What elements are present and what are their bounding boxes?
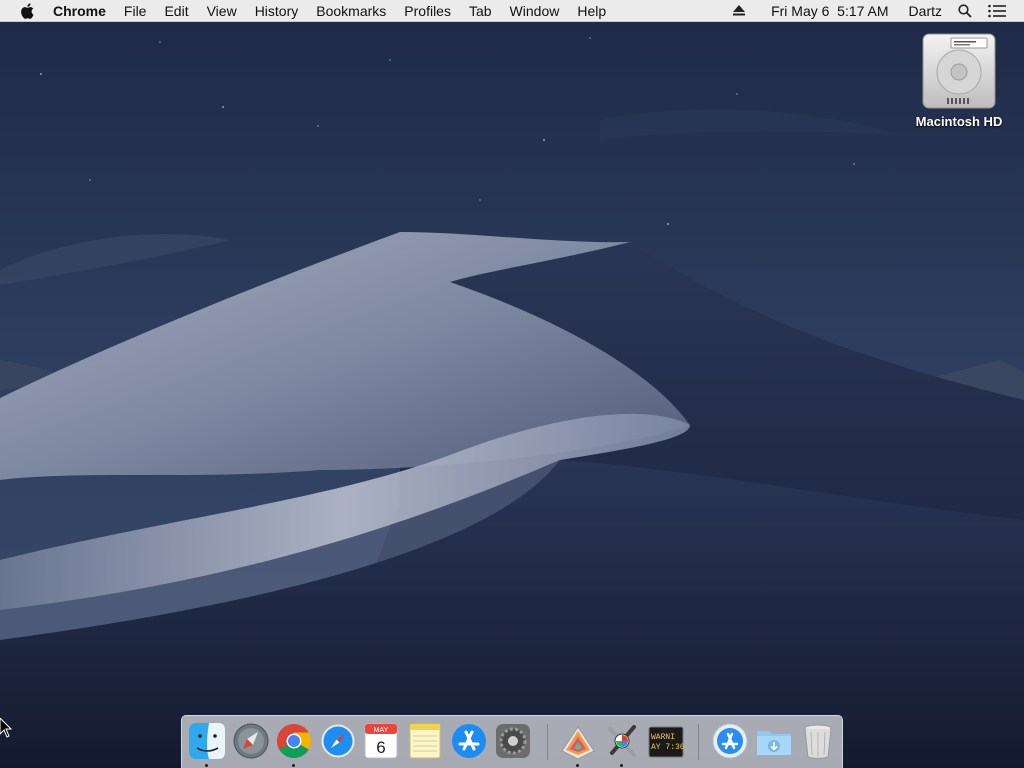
running-indicator (620, 764, 623, 767)
chrome-icon (277, 724, 311, 758)
safari-icon (320, 723, 356, 759)
running-indicator (292, 764, 295, 767)
applications-folder-icon (712, 723, 748, 759)
system-preferences-icon (496, 724, 530, 758)
mouse-cursor-icon (0, 718, 12, 738)
menu-file[interactable]: File (115, 0, 156, 22)
apple-menu-icon[interactable] (14, 0, 40, 22)
grapher-icon (561, 726, 595, 760)
console-icon: WARNI AY 7:36 (648, 726, 685, 758)
desktop-icon-label: Macintosh HD (915, 114, 1003, 129)
dock-separator (698, 724, 699, 760)
notes-icon (409, 723, 441, 759)
menu-profiles[interactable]: Profiles (395, 0, 460, 22)
hard-drive-icon (922, 33, 996, 109)
dock-item-utilities[interactable] (601, 721, 643, 767)
dock-item-notes[interactable] (404, 721, 446, 765)
menu-window[interactable]: Window (501, 0, 569, 22)
calendar-icon: MAY 6 (364, 723, 398, 759)
trash-icon (804, 724, 832, 759)
app-store-icon (452, 724, 486, 758)
menu-history[interactable]: History (246, 0, 308, 22)
downloads-folder-icon (757, 731, 791, 755)
running-indicator (205, 764, 208, 767)
menu-tab[interactable]: Tab (460, 0, 501, 22)
calendar-month: MAY (374, 727, 389, 734)
launchpad-icon (233, 723, 269, 759)
dock-item-applications[interactable] (709, 721, 751, 765)
menu-help[interactable]: Help (568, 0, 615, 22)
menu-bookmarks[interactable]: Bookmarks (307, 0, 395, 22)
dock-item-downloads[interactable] (753, 721, 795, 765)
console-line-1: WARNI (651, 733, 675, 742)
eject-icon[interactable] (725, 5, 753, 16)
menu-edit[interactable]: Edit (155, 0, 197, 22)
dock-item-app-store[interactable] (448, 721, 490, 765)
dock-item-trash[interactable] (797, 721, 839, 765)
dock-item-grapher[interactable] (557, 721, 599, 767)
dock-item-console[interactable]: WARNI AY 7:36 (645, 721, 687, 765)
dock-item-launchpad[interactable] (230, 721, 272, 765)
spotlight-search-icon[interactable] (950, 3, 980, 18)
menu-view[interactable]: View (198, 0, 246, 22)
dock-item-finder[interactable] (186, 721, 228, 767)
user-menu[interactable]: Dartz (901, 0, 950, 22)
running-indicator (576, 764, 579, 767)
desktop-icon-macintosh-hd[interactable]: Macintosh HD (906, 32, 1012, 129)
console-line-2: AY 7:36 (651, 743, 685, 752)
notification-center-icon[interactable] (980, 4, 1014, 18)
calendar-day: 6 (376, 738, 385, 757)
clock[interactable]: Fri May 6 5:17 AM (763, 0, 896, 22)
dock-item-safari[interactable] (317, 721, 359, 765)
dock-item-system-preferences[interactable] (492, 721, 534, 765)
finder-icon (189, 723, 225, 759)
dock-item-calendar[interactable]: MAY 6 (360, 721, 402, 765)
desktop-wallpaper (0, 0, 1024, 768)
dock-item-chrome[interactable] (273, 721, 315, 767)
app-menu-chrome[interactable]: Chrome (44, 0, 115, 22)
menu-bar: Chrome File Edit View History Bookmarks … (0, 0, 1024, 22)
utilities-icon (608, 725, 636, 757)
dock: MAY 6 WARNI AY 7:36 (181, 715, 843, 768)
dock-separator (547, 724, 548, 760)
